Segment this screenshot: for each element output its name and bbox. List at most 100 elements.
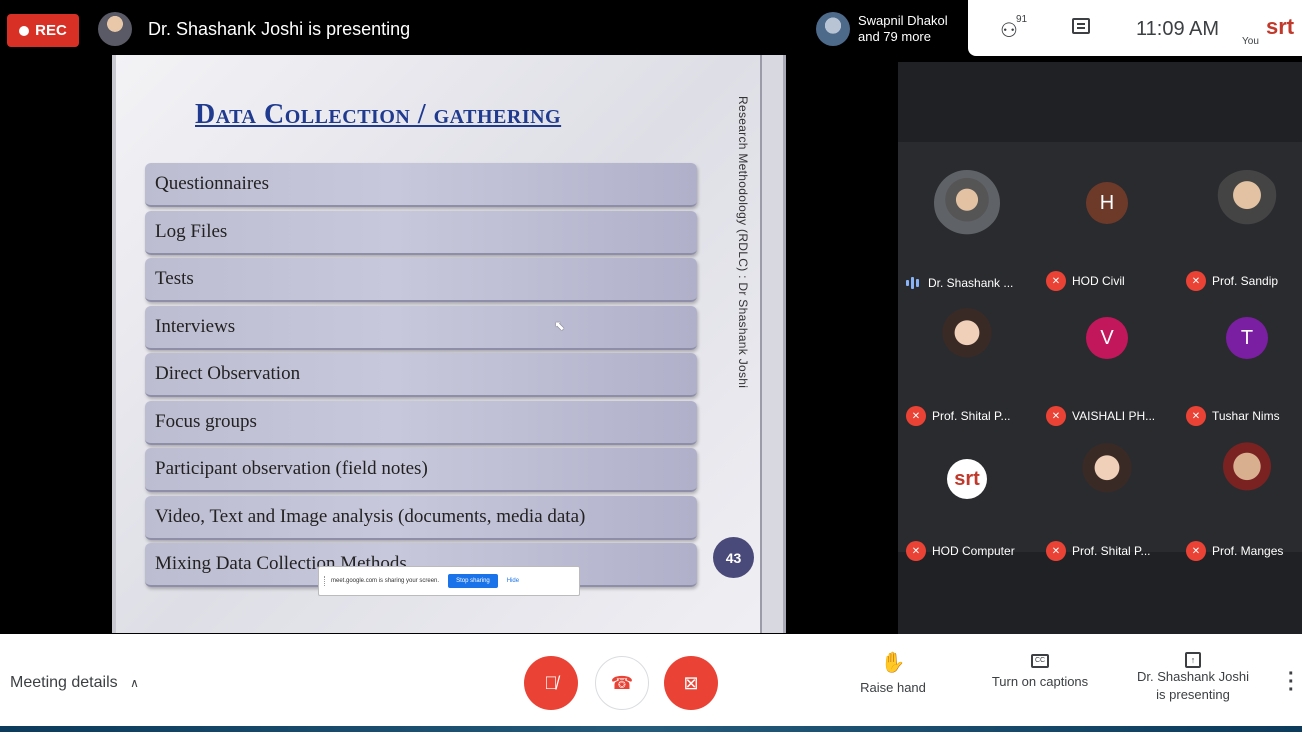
leave-call-button[interactable]: ☎ — [595, 656, 649, 710]
stop-sharing-button[interactable]: Stop sharing — [448, 574, 498, 588]
participant-label: ✕ Prof. Shital P... — [1046, 541, 1151, 561]
participant-initial: H — [1086, 182, 1128, 224]
participant-avatar: T — [1214, 305, 1280, 371]
participant-name: Tushar Nims — [1212, 409, 1280, 423]
participant-label: ✕ VAISHALI PH... — [1046, 406, 1155, 426]
hand-icon: ✋ — [880, 652, 906, 674]
present-status-button[interactable]: ↑ Dr. Shashank Joshi is presenting — [1126, 650, 1260, 704]
list-item: Direct Observation — [145, 353, 697, 397]
participant-label: ✕ Prof. Manges — [1186, 541, 1283, 561]
captions-button[interactable]: CC Turn on captions — [985, 650, 1095, 689]
top-bar: REC Dr. Shashank Joshi is presenting Swa… — [0, 0, 1302, 62]
mic-off-icon: ✕ — [1046, 271, 1066, 291]
mic-off-icon: ✕ — [1186, 406, 1206, 426]
list-item: Video, Text and Image analysis (document… — [145, 495, 697, 540]
clock: 11:09 AM — [1136, 18, 1220, 40]
participant-name: Prof. Shital P... — [1072, 544, 1151, 558]
participant-initial: V — [1086, 317, 1128, 359]
list-item: Log Files — [145, 210, 697, 255]
mouse-cursor-icon: ⬉ — [554, 318, 565, 333]
list-item: Questionnaires — [145, 163, 697, 207]
participant-name: HOD Civil — [1072, 274, 1125, 288]
participant-tile[interactable]: srt ✕ HOD Computer — [898, 440, 1038, 575]
participant-tile[interactable]: H ✕ HOD Civil — [1038, 170, 1178, 305]
participant-tile[interactable]: ✕ Prof. Manges — [1178, 440, 1302, 575]
mic-off-icon: ✕ — [1186, 271, 1206, 291]
phone-hangup-icon: ☎ — [610, 672, 634, 693]
participant-tile[interactable]: T ✕ Tushar Nims — [1178, 305, 1302, 440]
taskbar-strip — [0, 726, 1302, 732]
participant-name: VAISHALI PH... — [1072, 409, 1156, 423]
mic-off-icon: ✕ — [1046, 541, 1066, 561]
srt-logo: srt — [947, 459, 987, 499]
participant-name: HOD Computer — [932, 544, 1015, 558]
bottom-bar: Meeting details ∧ 🎙̸ ☎ ⊠ ✋ Raise hand CC… — [0, 634, 1302, 732]
participant-grid: Dr. Shashank ... H ✕ HOD Civil ✕ Prof. S… — [898, 142, 1302, 561]
slide-item-list: Questionnaires Log Files Tests Interview… — [145, 163, 697, 591]
viewer-chip[interactable]: Swapnil Dhakol and 79 more — [810, 4, 965, 54]
participant-label: ✕ Tushar Nims — [1186, 406, 1280, 426]
mic-off-icon: 🎙̸ — [544, 672, 558, 693]
you-label: You — [1242, 36, 1259, 47]
participant-tile[interactable]: V ✕ VAISHALI PH... — [1038, 305, 1178, 440]
top-right-controls: ⚇ 91 11:09 AM You srt — [968, 0, 1302, 56]
participant-tile[interactable]: ✕ Prof. Sandip — [1178, 170, 1302, 305]
list-item: Participant observation (field notes) — [145, 448, 697, 492]
participant-name: Dr. Shashank ... — [928, 276, 1014, 290]
participant-avatar: H — [1074, 170, 1140, 236]
mic-toggle-button[interactable]: 🎙̸ — [524, 656, 578, 710]
hide-banner-button[interactable]: Hide — [507, 578, 519, 584]
mic-off-icon: ✕ — [906, 406, 926, 426]
recording-badge: REC — [7, 14, 79, 47]
camera-off-icon: ⊠ — [683, 672, 699, 693]
mic-off-icon: ✕ — [1186, 541, 1206, 561]
slide-edge — [760, 55, 786, 633]
participant-name: Prof. Shital P... — [932, 409, 1011, 423]
participant-avatar — [1214, 170, 1280, 236]
participant-label: ✕ HOD Civil — [1046, 271, 1125, 291]
participant-tile[interactable]: ✕ Prof. Shital P... — [898, 305, 1038, 440]
participant-avatar — [1074, 440, 1140, 506]
slide-footer-vertical: Research Methodology (RDLC) : Dr Shashan… — [736, 96, 750, 389]
camera-toggle-button[interactable]: ⊠ — [664, 656, 718, 710]
participant-tile[interactable]: ✕ Prof. Shital P... — [1038, 440, 1178, 575]
participant-avatar: V — [1074, 305, 1140, 371]
people-count: 91 — [1016, 14, 1028, 25]
participant-label: ✕ Prof. Shital P... — [906, 406, 1011, 426]
rec-label: REC — [35, 22, 67, 39]
speaking-indicator-icon — [906, 275, 922, 291]
chat-icon[interactable] — [1072, 18, 1090, 34]
participant-avatar — [934, 170, 1000, 236]
chevron-up-icon: ∧ — [130, 676, 139, 690]
presenter-avatar — [98, 12, 132, 46]
participant-label: ✕ Prof. Sandip — [1186, 271, 1278, 291]
participant-avatar — [934, 305, 1000, 371]
slide-page-number: 43 — [713, 537, 754, 578]
participant-label: ✕ HOD Computer — [906, 541, 1015, 561]
participant-avatar: srt — [934, 446, 1000, 512]
self-view-logo[interactable]: srt — [1266, 14, 1294, 40]
more-options-icon[interactable]: · · · — [1288, 664, 1295, 700]
participant-name: Prof. Manges — [1212, 544, 1284, 558]
present-screen-icon: ↑ — [1185, 652, 1201, 668]
participant-name: Prof. Sandip — [1212, 274, 1279, 288]
record-dot-icon — [19, 25, 30, 36]
present-status-line1: Dr. Shashank Joshi — [1136, 669, 1249, 684]
meeting-details-button[interactable]: Meeting details ∧ — [10, 674, 139, 692]
mic-off-icon: ✕ — [906, 541, 926, 561]
present-status-line2: is presenting — [1156, 687, 1230, 702]
drag-handle-icon[interactable] — [324, 576, 327, 586]
participant-tile[interactable]: Dr. Shashank ... — [898, 170, 1038, 305]
viewer-avatar — [816, 12, 850, 46]
participant-initial: T — [1226, 317, 1268, 359]
list-item: Tests — [145, 258, 697, 302]
meeting-details-label: Meeting details — [10, 674, 118, 691]
captions-icon: CC — [1031, 654, 1049, 668]
viewer-text: Swapnil Dhakol and 79 more — [858, 13, 948, 45]
viewer-name: Swapnil Dhakol — [858, 13, 948, 28]
captions-label: Turn on captions — [991, 674, 1089, 689]
viewer-more: and 79 more — [858, 29, 931, 44]
raise-hand-button[interactable]: ✋ Raise hand — [856, 650, 930, 695]
presenting-status: Dr. Shashank Joshi is presenting — [148, 19, 411, 39]
participant-label: Dr. Shashank ... — [906, 275, 1013, 291]
